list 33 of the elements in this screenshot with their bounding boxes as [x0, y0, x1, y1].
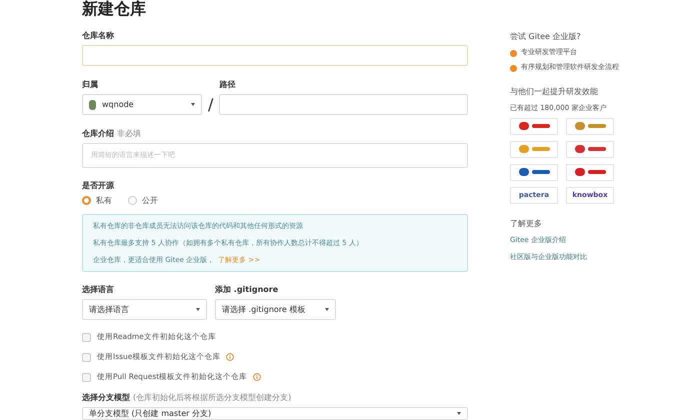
field-label: 仓库介绍 非必填 [82, 128, 142, 139]
field-label: 归属 [82, 79, 99, 90]
info-icon [253, 373, 262, 381]
caret-icon [196, 308, 200, 311]
promo-title: 尝试 Gitee 企业版? [510, 31, 582, 42]
checkbox[interactable] [82, 352, 91, 362]
caret-icon [325, 308, 329, 311]
path-input[interactable] [219, 94, 468, 115]
section-title: 与他们一起提升研发效能 [510, 86, 599, 97]
gitignore-select[interactable]: 请选择 .gitignore 模板 [215, 299, 336, 320]
branch-hint: (仓库初始化后将根据所选分支模型创建分支) [133, 393, 292, 402]
field-label: 仓库名称 [82, 30, 115, 41]
field-label: 路径 [219, 79, 236, 90]
path-separator: / [208, 94, 214, 115]
section-title: 了解更多 [510, 218, 543, 229]
info-icon [226, 353, 234, 361]
repo-name-input[interactable] [82, 45, 468, 66]
owner-select[interactable]: wqnode [82, 94, 202, 115]
checkbox[interactable] [82, 372, 91, 382]
checkbox[interactable] [82, 332, 91, 342]
caret-icon [457, 412, 461, 415]
field-label: 是否开源 [82, 180, 115, 191]
visibility-radio[interactable]: 私有 [82, 195, 112, 206]
branch-model-select[interactable]: 单分支模型 (只创建 master 分支) [82, 407, 468, 420]
caret-icon [191, 103, 195, 106]
language-select[interactable]: 请选择语言 [82, 299, 207, 320]
visibility-radio[interactable]: 公开 [128, 195, 158, 206]
page-title: 新建仓库 [82, 0, 147, 20]
avatar-icon [89, 100, 96, 110]
field-label: 选择语言 [82, 284, 115, 295]
optional-hint: 非必填 [117, 129, 141, 138]
field-label: 选择分支模型 (仓库初始化后将根据所选分支模型创建分支) [82, 392, 292, 403]
field-label: 添加 .gitignore [215, 284, 280, 295]
